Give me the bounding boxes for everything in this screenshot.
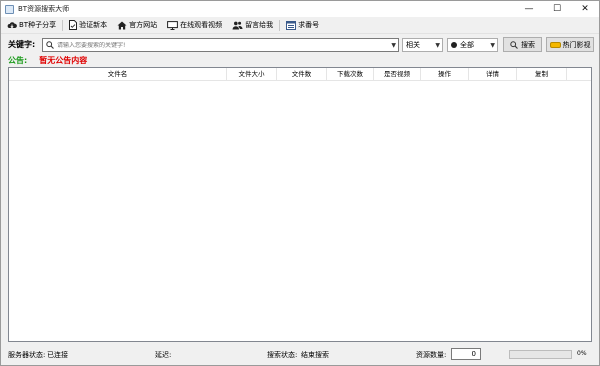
search-input[interactable]: [57, 41, 387, 49]
radio-dot-icon: [451, 42, 457, 48]
resource-count-label: 资源数量:: [416, 351, 447, 359]
server-status-label: 服务器状态:: [8, 351, 46, 359]
column-header-action[interactable]: 操作: [421, 68, 469, 81]
notice-text: 暂无公告内容: [39, 55, 88, 65]
keyword-label: 关键字:: [8, 40, 36, 49]
search-row: 关键字: ▼ 相关 ▼ 全部 ▼ 搜索 热门影视: [1, 37, 599, 53]
latency-label: 延迟:: [155, 351, 172, 359]
search-status-label: 搜索状态:: [267, 351, 298, 359]
app-window: BT资源搜索大师 — ☐ ✕ BT种子分享 验证新本 官方网站 在线观看视频 留…: [0, 0, 600, 366]
window-controls: — ☐ ✕: [515, 1, 599, 17]
search-button[interactable]: 搜索: [503, 37, 542, 52]
official-site-button[interactable]: 官方网站: [117, 18, 161, 32]
bt-share-button[interactable]: BT种子分享: [7, 18, 60, 32]
column-header-copy[interactable]: 复制: [517, 68, 567, 81]
toolbar-divider: [279, 19, 281, 31]
verify-version-button[interactable]: 验证新本: [69, 18, 111, 32]
chevron-down-icon: ▼: [435, 42, 440, 49]
monitor-icon: [167, 20, 178, 30]
sort-select-value: 相关: [406, 41, 420, 49]
toolbar-divider: [62, 19, 64, 31]
app-icon: [5, 4, 14, 14]
column-header-file-count[interactable]: 文件数: [277, 68, 327, 81]
request-code-button[interactable]: 求番号: [286, 18, 323, 32]
resource-count-value: 0: [471, 350, 476, 358]
table-header: 文件名 文件大小 文件数 下载次数 是否视频 操作 详情 复制: [9, 68, 591, 81]
notice-label: 公告:: [8, 55, 28, 65]
progress-bar: [509, 350, 572, 359]
list-window-icon: [286, 20, 297, 30]
sort-select[interactable]: 相关 ▼: [402, 38, 443, 52]
chevron-down-icon[interactable]: ▼: [391, 42, 396, 49]
official-site-label: 官方网站: [129, 21, 158, 29]
search-icon: [46, 41, 54, 49]
column-header-filename[interactable]: 文件名: [9, 68, 227, 81]
leave-message-label: 留言给我: [245, 21, 274, 29]
results-table[interactable]: 文件名 文件大小 文件数 下载次数 是否视频 操作 详情 复制: [8, 67, 592, 342]
notice-bar: 公告: 暂无公告内容: [8, 54, 87, 66]
search-combobox[interactable]: ▼: [42, 38, 399, 52]
title-bar: BT资源搜索大师 — ☐ ✕: [1, 1, 599, 17]
column-header-downloads[interactable]: 下载次数: [327, 68, 374, 81]
bt-share-label: BT种子分享: [19, 21, 57, 29]
minimize-button[interactable]: —: [515, 1, 543, 17]
users-icon: [232, 21, 243, 29]
resource-count-box: 0: [451, 348, 481, 360]
column-header-is-video[interactable]: 是否视频: [374, 68, 421, 81]
column-header-size[interactable]: 文件大小: [227, 68, 277, 81]
maximize-button[interactable]: ☐: [543, 1, 571, 17]
column-header-details[interactable]: 详情: [469, 68, 517, 81]
home-icon: [117, 21, 127, 29]
close-button[interactable]: ✕: [571, 1, 599, 17]
search-status-value: 结束搜索: [301, 351, 329, 359]
watch-online-button[interactable]: 在线观看视频: [167, 18, 226, 32]
chevron-down-icon: ▼: [490, 42, 495, 49]
window-title: BT资源搜索大师: [18, 5, 70, 13]
cloud-download-icon: [7, 21, 17, 28]
ticket-icon: [549, 41, 561, 48]
server-status-value: 已连接: [47, 351, 68, 359]
status-bar: 服务器状态: 已连接 延迟: 搜索状态: 结束搜索 资源数量: 0 0%: [1, 346, 599, 364]
leave-message-button[interactable]: 留言给我: [232, 18, 277, 32]
search-button-label: 搜索: [521, 40, 535, 49]
toolbar: BT种子分享 验证新本 官方网站 在线观看视频 留言给我 求番号: [1, 17, 599, 34]
search-icon: [510, 40, 518, 49]
scope-select-value: 全部: [460, 41, 474, 49]
hot-movies-label: 热门影视: [562, 40, 591, 49]
request-code-label: 求番号: [298, 21, 320, 29]
watch-online-label: 在线观看视频: [180, 21, 223, 29]
scope-select[interactable]: 全部 ▼: [447, 38, 498, 52]
document-check-icon: [69, 20, 78, 30]
hot-movies-button[interactable]: 热门影视: [546, 37, 594, 52]
progress-percent: 0%: [577, 350, 587, 357]
verify-version-label: 验证新本: [79, 21, 108, 29]
